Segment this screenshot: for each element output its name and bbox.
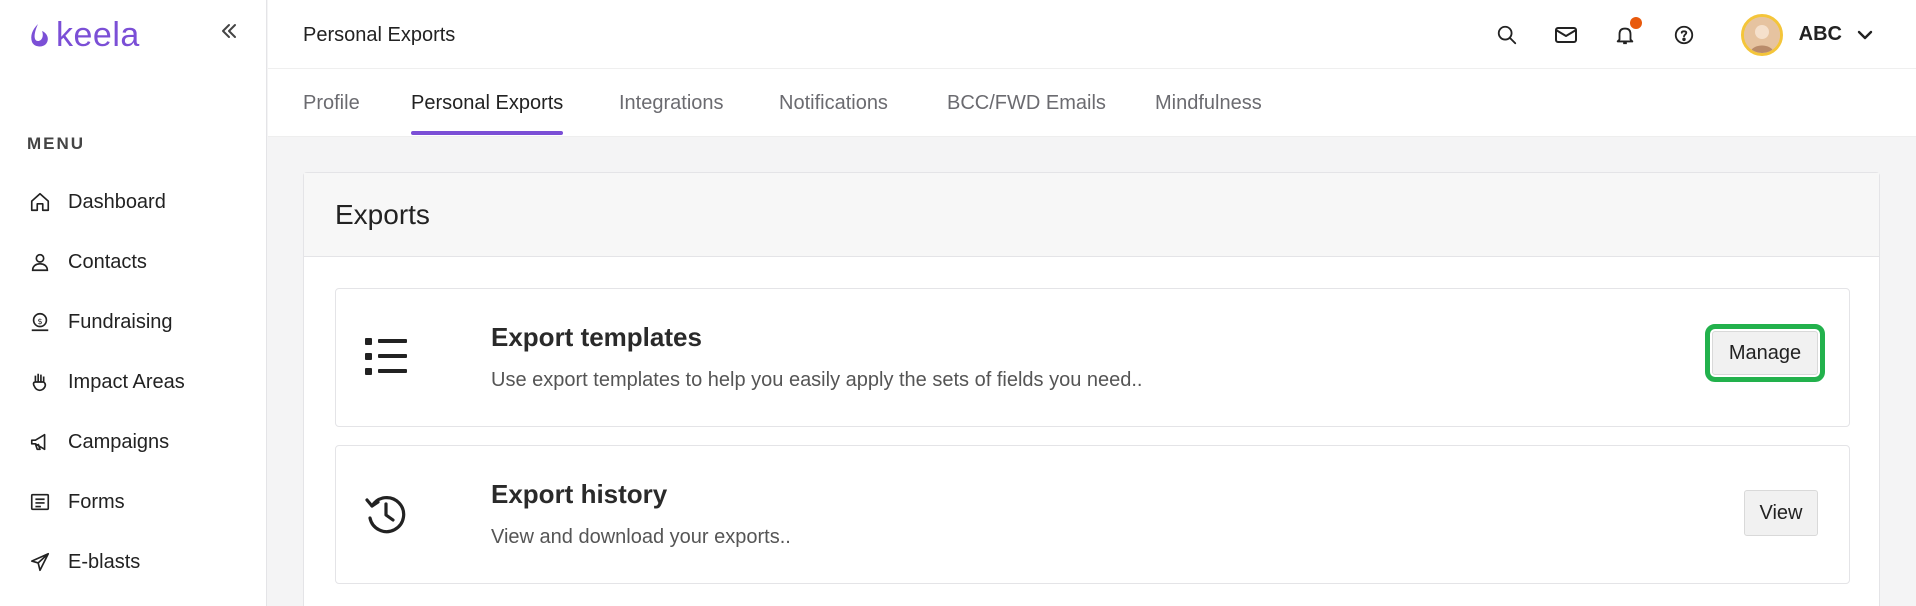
- sidebar-item-impact-areas[interactable]: Impact Areas: [0, 352, 267, 412]
- export-history-title: Export history: [491, 479, 668, 509]
- sidebar-item-e-blasts[interactable]: E-blasts: [0, 532, 267, 592]
- page-title: Personal Exports: [303, 24, 456, 46]
- view-button[interactable]: View: [1744, 490, 1818, 536]
- list-icon: [365, 338, 407, 375]
- mail-icon[interactable]: [1552, 21, 1580, 49]
- exports-card: Exports Export templates Use export temp…: [303, 172, 1880, 606]
- tab-bcc-fwd-emails[interactable]: BCC/FWD Emails: [947, 69, 1106, 137]
- tab-personal-exports[interactable]: Personal Exports: [411, 69, 564, 137]
- tab-notifications[interactable]: Notifications: [779, 69, 888, 137]
- money-bag-icon: $: [28, 310, 52, 334]
- sidebar-item-label: Campaigns: [68, 430, 170, 453]
- megaphone-icon: [28, 430, 52, 454]
- top-actions: ABC: [1493, 0, 1916, 69]
- collapse-sidebar-icon[interactable]: [218, 20, 240, 42]
- exports-title: Exports: [335, 198, 430, 230]
- help-icon[interactable]: [1670, 21, 1698, 49]
- export-templates-title: Export templates: [491, 322, 702, 352]
- export-templates-description: Use export templates to help you easily …: [491, 369, 1143, 391]
- sidebar-item-label: Dashboard: [68, 190, 166, 213]
- form-list-icon: [28, 490, 52, 514]
- export-templates-row: Export templates Use export templates to…: [335, 288, 1850, 427]
- avatar: [1740, 13, 1783, 56]
- tab-mindfulness[interactable]: Mindfulness: [1155, 69, 1262, 137]
- sidebar: keela MENU Dashboard Contacts $ Fundrais…: [0, 0, 267, 606]
- svg-text:$: $: [37, 316, 42, 326]
- sidebar-item-label: Fundraising: [68, 310, 173, 333]
- export-history-row: Export history View and download your ex…: [335, 445, 1850, 584]
- sidebar-item-label: E-blasts: [68, 550, 141, 573]
- keela-logo[interactable]: keela: [26, 16, 140, 55]
- chevron-down-icon: [1857, 30, 1873, 39]
- top-bar: Personal Exports ABC: [268, 0, 1916, 69]
- brand-name: keela: [56, 16, 140, 54]
- sidebar-item-dashboard[interactable]: Dashboard: [0, 172, 267, 232]
- home-icon: [28, 190, 52, 214]
- bell-icon[interactable]: [1611, 16, 1642, 49]
- user-menu[interactable]: ABC: [1740, 13, 1876, 56]
- sidebar-nav: Dashboard Contacts $ Fundraising Impact …: [0, 172, 267, 592]
- tab-profile[interactable]: Profile: [303, 69, 360, 137]
- tab-integrations[interactable]: Integrations: [619, 69, 724, 137]
- sidebar-item-fundraising[interactable]: $ Fundraising: [0, 292, 267, 352]
- keela-logo-icon: [31, 23, 48, 46]
- export-history-description: View and download your exports..: [491, 526, 791, 548]
- menu-heading: MENU: [27, 134, 86, 153]
- sidebar-item-contacts[interactable]: Contacts: [0, 232, 267, 292]
- sidebar-item-label: Forms: [68, 490, 125, 513]
- notification-dot: [1629, 16, 1642, 29]
- sidebar-item-label: Impact Areas: [68, 370, 185, 393]
- settings-tabs: Profile Personal Exports Integrations No…: [268, 69, 1916, 137]
- sidebar-item-campaigns[interactable]: Campaigns: [0, 412, 267, 472]
- user-name: ABC: [1798, 23, 1842, 45]
- search-icon[interactable]: [1493, 21, 1521, 49]
- manage-button[interactable]: Manage: [1705, 324, 1825, 382]
- person-icon: [28, 250, 52, 274]
- history-icon: [365, 496, 406, 534]
- paper-plane-icon: [28, 550, 52, 574]
- sidebar-item-forms[interactable]: Forms: [0, 472, 267, 532]
- hand-icon: [28, 370, 52, 394]
- sidebar-item-label: Contacts: [68, 250, 147, 273]
- exports-card-header: Exports: [304, 173, 1879, 257]
